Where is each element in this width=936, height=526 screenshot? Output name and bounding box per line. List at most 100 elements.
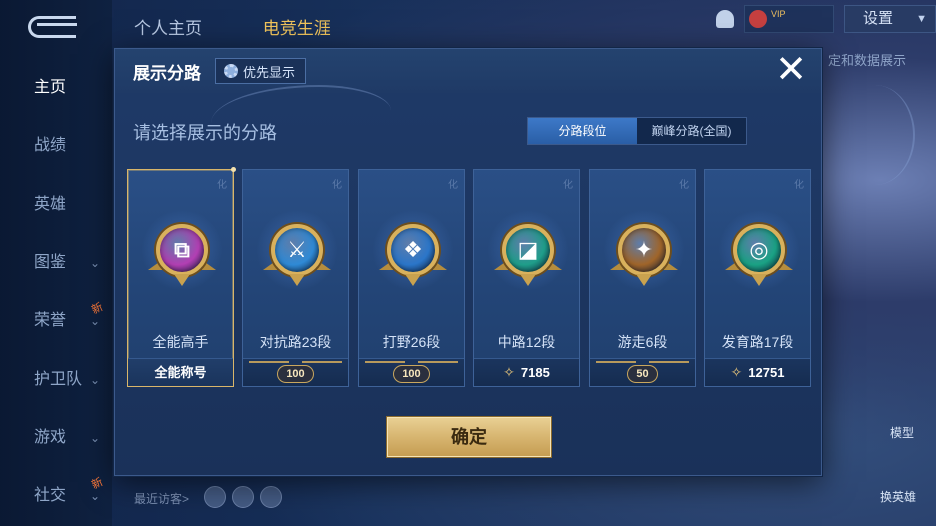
emblem-glyph-icon: ◎ <box>749 237 769 262</box>
priority-display-button[interactable]: 优先显示 <box>215 58 307 84</box>
confirm-button[interactable]: 确定 <box>387 417 551 457</box>
nav-item-label: 社交 <box>34 487 67 504</box>
priority-display-label: 优先显示 <box>243 64 296 80</box>
tab-lane-rank[interactable]: 分路段位 <box>528 118 637 144</box>
card-watermark: 化 <box>794 180 804 191</box>
nav-item-label: 荣誉 <box>34 312 67 329</box>
visitor-avatar[interactable] <box>260 486 282 508</box>
peak-score-icon: ✧ <box>503 364 515 380</box>
chevron-down-icon: ⌄ <box>90 256 101 270</box>
lane-card[interactable]: 化 ❖ 打野26段 100 <box>358 169 465 387</box>
lane-card[interactable]: 化 ✦ 游走6段 50 <box>589 169 696 387</box>
back-button[interactable] <box>28 16 77 38</box>
emblem-disc: ❖ <box>387 224 439 276</box>
footer-wing <box>596 361 636 363</box>
nav-item[interactable]: 主页 <box>0 73 112 103</box>
nav-item-label: 游戏 <box>34 429 67 446</box>
emblem-disc: ⧉ <box>156 224 208 276</box>
star-count-badge: 100 <box>277 365 314 383</box>
peak-score-value: 7185 <box>520 365 550 380</box>
lane-rank-label: 打野26段 <box>382 334 441 350</box>
star-count-badge: 50 <box>627 365 658 383</box>
nav-item[interactable]: 战绩 <box>0 131 112 161</box>
lane-card[interactable]: 化 ⧉ 全能高手全能称号 <box>127 167 236 387</box>
lane-card[interactable]: 化 ⚔ 对抗路23段 100 <box>242 169 349 387</box>
lane-rank-label: 发育路17段 <box>721 334 794 350</box>
modal-title: 展示分路 <box>133 64 201 83</box>
lane-display-modal: 展示分路 优先显示 ✕ 请选择展示的分路 分路段位 巅峰分路(全国) 化 ⧉ 全能高… <box>114 48 915 476</box>
emblem-disc: ◪ <box>502 224 554 276</box>
close-icon[interactable]: ✕ <box>773 51 809 89</box>
footer-wing <box>418 361 458 363</box>
footer-wing <box>302 361 342 363</box>
emblem-glyph-icon: ◪ <box>517 237 539 262</box>
lane-rank-label: 中路12段 <box>497 334 556 350</box>
nav-item[interactable]: 游戏 ⌄ <box>0 423 112 453</box>
gear-icon <box>224 64 238 78</box>
card-watermark: 化 <box>332 180 342 191</box>
nav-item-label: 护卫队 <box>34 371 83 388</box>
chevron-down-icon: ⌄ <box>90 431 101 445</box>
card-footer: 全能称号 <box>128 358 233 386</box>
settings-button[interactable]: 设置 <box>844 5 936 33</box>
footer-wing <box>249 361 289 363</box>
lane-card-list: 化 ⧉ 全能高手全能称号 化 ⚔ 对抗路23段 100 化 ❖ 打野26段 100 化 ◪ 中路12段 ✧ 7… <box>127 167 811 389</box>
nav-item-label: 战绩 <box>34 137 67 154</box>
card-footer: ✧ 7185 <box>474 358 579 386</box>
emblem-disc: ✦ <box>618 224 670 276</box>
notification-bell-icon[interactable] <box>716 10 734 28</box>
nav-item[interactable]: 图鉴 ⌄ <box>0 248 112 278</box>
nav-item[interactable]: 英雄 <box>0 190 112 220</box>
tab-peak-lane[interactable]: 巅峰分路(全国) <box>637 118 746 144</box>
decor-swirl <box>835 85 915 185</box>
emblem-glyph-icon: ⚔ <box>287 237 307 262</box>
nav-item-label: 英雄 <box>34 196 67 213</box>
emblem-glyph-icon: ⧉ <box>174 237 190 262</box>
nav-item[interactable]: 护卫队 ⌄ <box>0 365 112 395</box>
nav-item-label: 图鉴 <box>34 254 67 271</box>
emblem-disc: ⚔ <box>271 224 323 276</box>
visitor-avatar[interactable] <box>204 486 226 508</box>
recent-visitors-label[interactable]: 最近访客> <box>134 490 189 507</box>
chevron-down-icon: ⌄ <box>90 373 101 387</box>
rank-emblem-icon: ✦ <box>604 210 684 290</box>
lane-rank-label: 对抗路23段 <box>259 334 332 350</box>
lane-rank-label: 全能高手 <box>152 334 209 350</box>
card-watermark: 化 <box>217 180 227 191</box>
selected-dot <box>231 167 236 172</box>
card-footer: 50 <box>590 358 695 386</box>
lane-rank-label: 游走6段 <box>617 334 668 350</box>
nav-item[interactable]: 荣誉 ⌄ 新 <box>0 301 112 336</box>
title-label: 全能称号 <box>154 365 207 380</box>
card-watermark: 化 <box>679 180 689 191</box>
rank-emblem-icon: ◎ <box>719 210 799 290</box>
top-right-bar: VIP 设置 <box>716 4 936 34</box>
peak-score-value: 12751 <box>748 365 785 380</box>
card-watermark: 化 <box>448 180 458 191</box>
rank-emblem-icon: ⧉ <box>142 210 222 290</box>
lane-mode-toggle: 分路段位 巅峰分路(全国) <box>527 117 747 145</box>
card-footer: 100 <box>359 358 464 386</box>
card-footer: 100 <box>243 358 348 386</box>
rank-emblem-icon: ◪ <box>488 210 568 290</box>
tab-profile[interactable]: 个人主页 <box>134 19 202 38</box>
tab-esports[interactable]: 电竞生涯 <box>263 19 331 38</box>
lane-card[interactable]: 化 ◪ 中路12段 ✧ 7185 <box>473 169 580 387</box>
switch-hero-label[interactable]: 换英雄 <box>880 488 916 505</box>
card-watermark: 化 <box>563 180 573 191</box>
rank-emblem-icon: ⚔ <box>257 210 337 290</box>
top-tabs: 个人主页 电竞生涯 <box>134 14 387 39</box>
vip-chip[interactable]: VIP <box>744 5 834 33</box>
modal-subtitle: 请选择展示的分路 <box>133 123 277 143</box>
lane-card[interactable]: 化 ◎ 发育路17段 ✧ 12751 <box>704 169 811 387</box>
visitor-avatar[interactable] <box>232 486 254 508</box>
footer-wing <box>365 361 405 363</box>
emblem-glyph-icon: ✦ <box>634 237 654 262</box>
card-footer: ✧ 12751 <box>705 358 810 386</box>
nav-item[interactable]: 社交 ⌄ 新 <box>0 476 112 511</box>
emblem-glyph-icon: ❖ <box>403 237 423 262</box>
data-display-text: 定和数据展示 <box>827 53 906 68</box>
rank-emblem-icon: ❖ <box>373 210 453 290</box>
footer-wing <box>649 361 689 363</box>
model-label[interactable]: 模型 <box>890 424 914 441</box>
